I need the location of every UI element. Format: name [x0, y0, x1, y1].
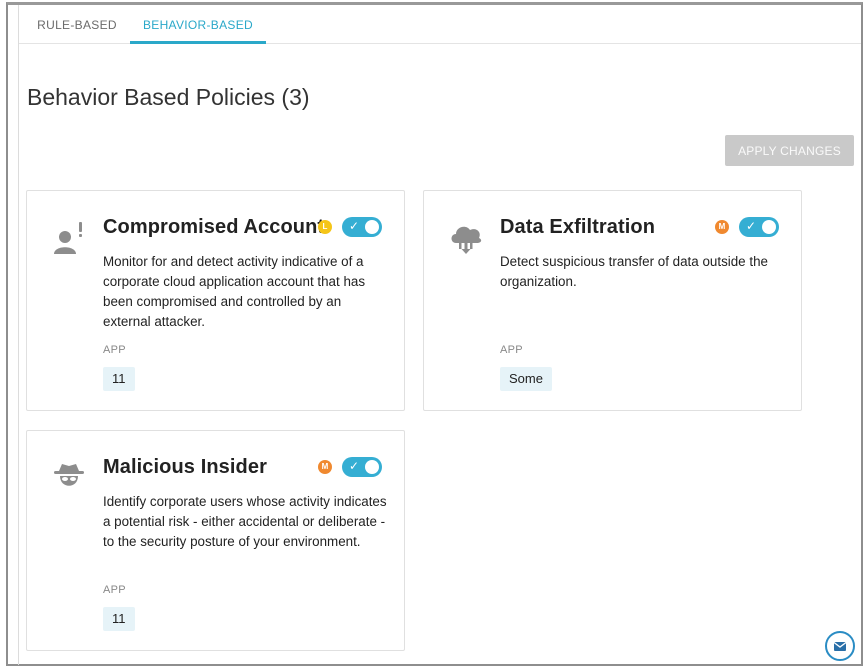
policy-description: Monitor for and detect activity indicati… [103, 254, 366, 329]
policy-toggle[interactable]: ✓ [342, 457, 382, 477]
cloud-download-icon [451, 226, 482, 254]
policy-title: Compromised Account [103, 216, 325, 238]
mail-icon [833, 641, 847, 651]
app-value: 11 [103, 367, 135, 391]
apply-changes-button[interactable]: APPLY CHANGES [725, 135, 854, 166]
policy-tabs: RULE-BASED BEHAVIOR-BASED [19, 5, 861, 44]
check-icon: ✓ [349, 459, 360, 473]
check-icon: ✓ [349, 219, 360, 233]
tab-behavior-based[interactable]: BEHAVIOR-BASED [130, 5, 266, 44]
page-title: Behavior Based Policies (3) [27, 84, 310, 110]
policy-card-compromised-account: Compromised Account L ✓ Monitor for and … [26, 190, 405, 411]
app-value: Some [500, 367, 552, 391]
policy-description: Identify corporate users whose activity … [103, 494, 387, 549]
app-label: APP [500, 344, 523, 356]
policy-toggle[interactable]: ✓ [739, 217, 779, 237]
severity-badge: L [318, 220, 332, 234]
spy-icon [54, 464, 84, 486]
policy-card-malicious-insider: Malicious Insider M ✓ Identify corporate… [26, 430, 405, 651]
content-divider [18, 5, 19, 665]
policy-description: Detect suspicious transfer of data outsi… [500, 254, 768, 289]
policy-title: Data Exfiltration [500, 216, 656, 238]
app-label: APP [103, 344, 126, 356]
app-value: 11 [103, 607, 135, 631]
toggle-knob [365, 220, 379, 234]
severity-badge: M [715, 220, 729, 234]
check-icon: ✓ [746, 219, 757, 233]
toggle-knob [762, 220, 776, 234]
app-label: APP [103, 584, 126, 596]
mail-button[interactable] [825, 631, 855, 661]
toggle-knob [365, 460, 379, 474]
policy-card-data-exfiltration: Data Exfiltration M ✓ Detect suspicious … [423, 190, 802, 411]
user-alert-icon [54, 222, 82, 254]
policy-toggle[interactable]: ✓ [342, 217, 382, 237]
policy-title: Malicious Insider [103, 456, 267, 478]
severity-badge: M [318, 460, 332, 474]
tab-rule-based[interactable]: RULE-BASED [30, 5, 124, 42]
